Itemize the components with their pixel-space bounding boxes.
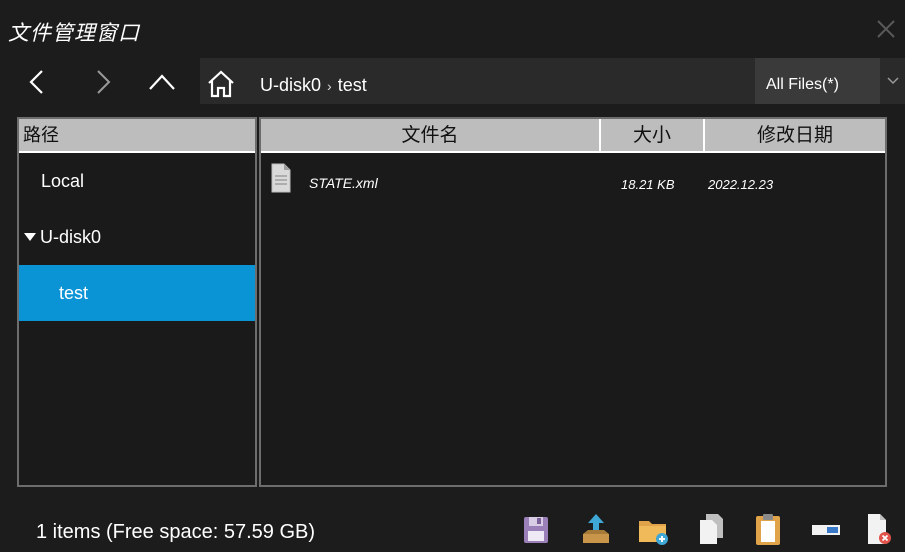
file-list-panel: 文件名 大小 修改日期 STATE.xml 18.21 KB 2022.12.2… [259,117,887,487]
tree-item-label: test [59,282,89,303]
delete-icon[interactable] [862,512,894,546]
expand-triangle-icon[interactable] [23,232,37,242]
filter-dropdown-button[interactable] [880,58,905,104]
window-title: 文件管理窗口 [8,21,140,45]
status-text: 1 items (Free space: 57.59 GB) [36,521,316,543]
table-row[interactable]: STATE.xml 18.21 KB 2022.12.23 [261,163,885,199]
document-icon [271,163,291,193]
column-header-date[interactable]: 修改日期 [705,119,885,151]
home-icon[interactable] [206,70,236,98]
chevron-down-icon [886,77,899,85]
tree-item-test[interactable]: test [19,265,255,321]
path-header: 路径 [19,119,255,153]
chevron-right-icon [97,69,111,94]
back-button[interactable] [20,58,52,105]
column-header-name[interactable]: 文件名 [261,119,601,151]
file-name: STATE.xml [309,175,378,191]
breadcrumb-separator: › [327,77,332,94]
breadcrumb: U-disk0 › test [260,75,367,96]
upload-icon[interactable] [580,512,612,546]
breadcrumb-item-udisk[interactable]: U-disk0 [260,75,321,96]
forward-button[interactable] [88,58,120,105]
tree-item-label: Local [41,170,85,191]
save-icon[interactable] [520,512,552,546]
tree-item-local[interactable]: Local [19,153,255,209]
title-bar: 文件管理窗口 [0,0,905,62]
chevron-up-icon [149,73,175,90]
tree-item-label: U-disk0 [40,226,102,247]
paste-icon[interactable] [752,512,784,546]
close-icon[interactable] [875,18,897,40]
file-list-header: 文件名 大小 修改日期 [261,119,885,153]
column-header-size[interactable]: 大小 [601,119,705,151]
file-size: 18.21 KB [621,177,675,192]
copy-icon[interactable] [696,512,728,546]
new-folder-icon[interactable] [637,512,669,546]
tree-item-udisk0[interactable]: U-disk0 [19,209,255,265]
file-filter-value: All Files(*) [766,76,839,93]
breadcrumb-item-test[interactable]: test [338,75,367,96]
file-date: 2022.12.23 [708,177,774,192]
rename-icon[interactable] [810,512,842,546]
up-button[interactable] [142,58,182,105]
chevron-left-icon [29,69,43,94]
path-tree-panel: 路径 Local U-disk0 test [17,117,257,487]
